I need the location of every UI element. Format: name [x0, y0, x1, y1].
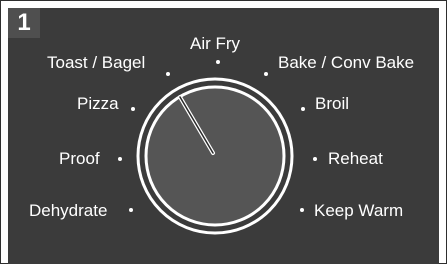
step-number-badge: 1 — [8, 8, 40, 38]
knob-face — [144, 85, 286, 227]
selector-knob[interactable] — [0, 0, 447, 264]
